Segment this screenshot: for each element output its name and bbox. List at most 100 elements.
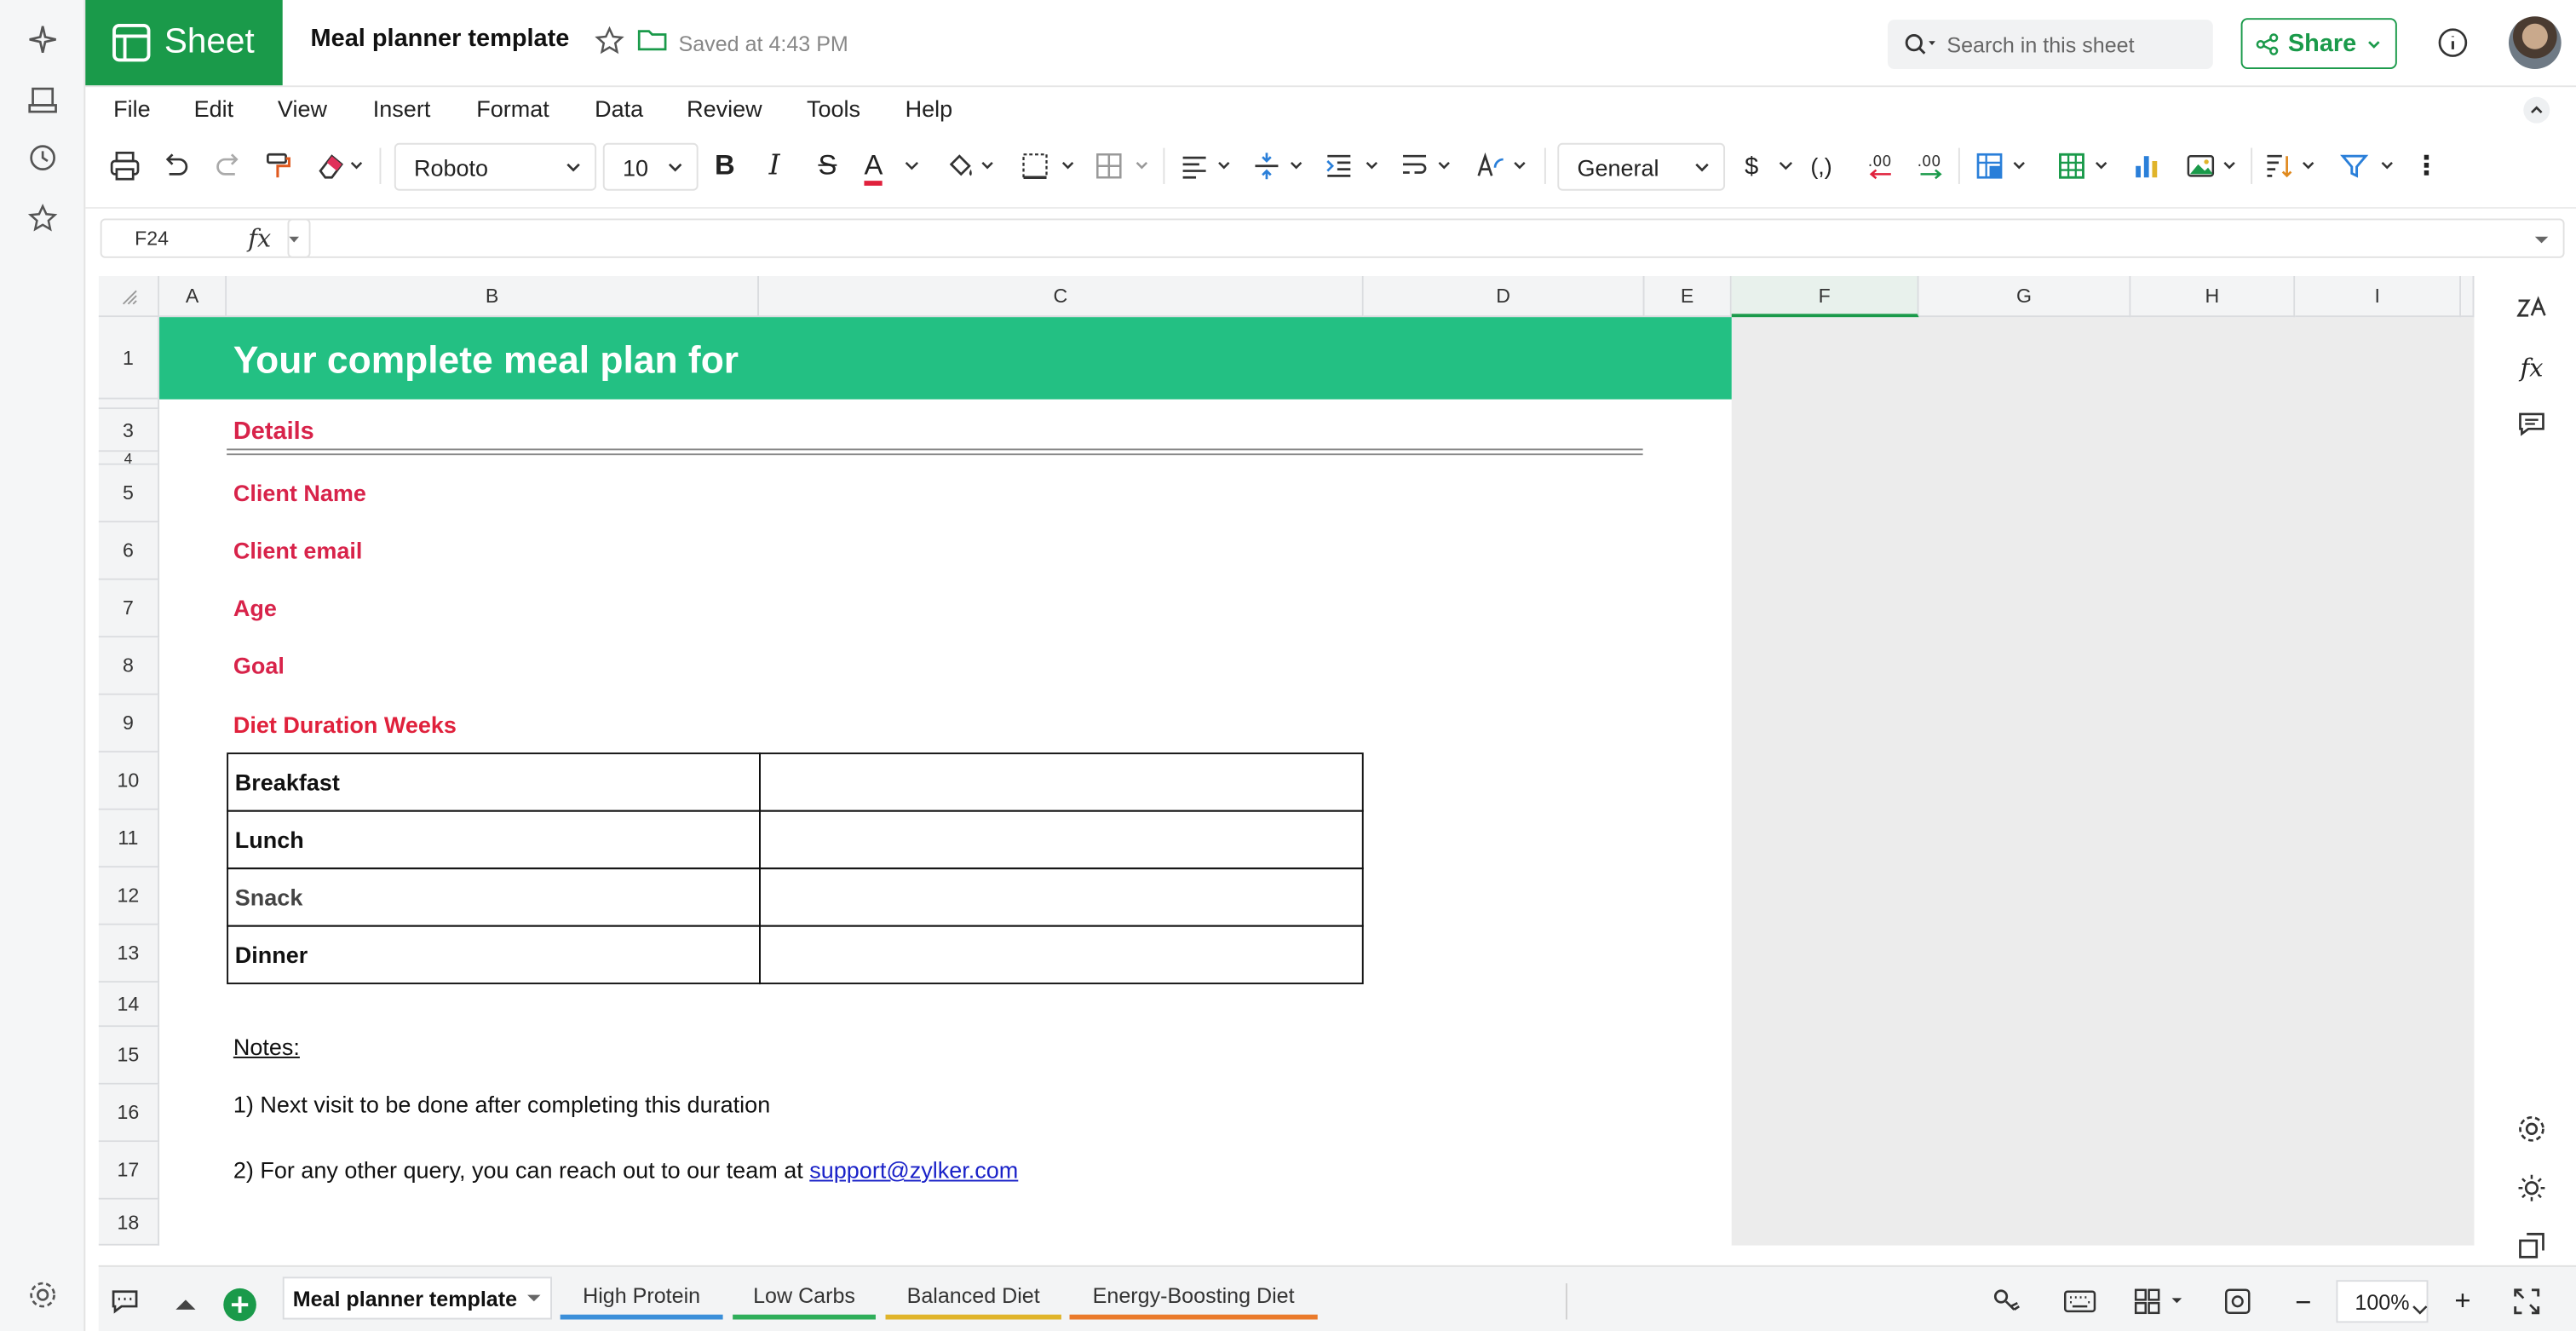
table-icon[interactable] [2057,149,2113,182]
decrease-decimal-icon[interactable]: .00 [1865,149,1898,182]
paint-format-icon[interactable] [263,149,293,182]
currency-icon[interactable]: $ [1745,149,1758,182]
row-header-16[interactable]: 16 [98,1084,160,1143]
automation-icon[interactable] [2516,1113,2549,1146]
folder-icon[interactable] [637,26,667,60]
app-brand[interactable]: Sheet [85,0,283,86]
conditional-format-icon[interactable] [1975,149,2031,182]
menu-file[interactable]: File [113,95,151,122]
filter-icon[interactable] [2339,149,2395,182]
chevron-down-icon[interactable] [904,149,920,182]
comments-icon[interactable] [2516,407,2549,441]
clear-format-icon[interactable] [315,149,365,182]
row-header-7[interactable]: 7 [98,579,160,638]
cell-reference-box[interactable]: F24 [100,218,311,258]
expand-formula-icon[interactable] [2533,233,2550,246]
meal-value-breakfast[interactable] [759,752,1364,812]
info-icon[interactable] [2436,26,2470,67]
image-icon[interactable] [2185,149,2241,182]
row-header-3[interactable]: 3 [98,409,160,452]
redo-icon[interactable] [214,149,244,182]
sheet-tab-meal-planner[interactable]: Meal planner template [282,1276,553,1320]
row-header-12[interactable]: 12 [98,867,160,925]
column-header-b[interactable]: B [227,275,760,318]
share-button[interactable]: Share [2240,18,2397,69]
meal-value-snack[interactable] [759,867,1364,927]
menu-review[interactable]: Review [687,95,762,122]
menu-help[interactable]: Help [906,95,953,122]
number-format-select[interactable]: General [1557,142,1726,191]
select-all-corner[interactable] [98,275,160,318]
text-rotation-icon[interactable] [1475,149,1532,182]
zoom-out-icon[interactable]: − [2295,1287,2311,1320]
row-header-14[interactable]: 14 [98,982,160,1028]
fit-to-screen-icon[interactable] [2222,1287,2252,1324]
fill-color-icon[interactable] [946,149,996,182]
text-color-icon[interactable]: A [864,149,883,186]
chart-icon[interactable] [2132,149,2162,182]
zoom-in-icon[interactable]: + [2454,1285,2470,1318]
comma-style-icon[interactable]: (,) [1810,149,1831,182]
bold-icon[interactable]: B [715,149,735,182]
increase-decimal-icon[interactable]: .00 [1914,149,1947,182]
row-header-2[interactable] [98,399,160,410]
spreadsheet-grid[interactable]: A B C D E F G H I 1 3 4 5 6 7 8 9 10 11 … [98,275,2475,1246]
link-icon[interactable] [1991,1287,2024,1324]
strikethrough-icon[interactable]: S [818,149,837,182]
user-avatar[interactable] [2508,16,2562,69]
theme-icon[interactable] [2516,1172,2549,1205]
formula-input[interactable] [287,218,2565,258]
fullscreen-icon[interactable] [2514,1288,2540,1322]
row-header-11[interactable]: 11 [98,810,160,868]
star-icon[interactable] [595,26,624,64]
collapse-toolbar-button[interactable] [2523,96,2550,124]
font-family-select[interactable]: Roboto [394,142,597,191]
sheet-tab-balanced-diet[interactable]: Balanced Diet [885,1276,1061,1320]
keyboard-icon[interactable] [2063,1288,2096,1322]
menu-edit[interactable]: Edit [194,95,234,122]
column-header-g[interactable]: G [1918,275,2131,318]
column-header-d[interactable]: D [1363,275,1645,318]
menu-tools[interactable]: Tools [807,95,860,122]
menu-format[interactable]: Format [476,95,549,122]
sheet-tab-low-carbs[interactable]: Low Carbs [733,1276,876,1320]
sparkle-icon[interactable] [23,20,62,59]
column-header-c[interactable]: C [759,275,1364,318]
italic-icon[interactable]: I [769,149,780,182]
sheet-tab-energy-boosting[interactable]: Energy-Boosting Diet [1069,1276,1318,1320]
functions-icon[interactable]: fx [2516,352,2549,385]
column-header-e[interactable]: E [1644,275,1732,318]
favorite-star-icon[interactable] [23,199,62,238]
document-title[interactable]: Meal planner template [311,25,570,53]
menu-data[interactable]: Data [595,95,643,122]
column-header-f[interactable]: F [1731,275,1919,318]
row-header-15[interactable]: 15 [98,1027,160,1085]
row-header-6[interactable]: 6 [98,522,160,580]
add-sheet-button[interactable] [223,1288,256,1322]
settings-gear-icon[interactable] [23,1275,62,1314]
horizontal-align-icon[interactable] [1180,149,1236,182]
vertical-align-icon[interactable] [1252,149,1308,182]
chat-icon[interactable] [110,1287,140,1324]
sheet-list-up-icon[interactable] [174,1292,197,1322]
text-wrap-icon[interactable] [1400,149,1456,182]
column-header-i[interactable]: I [2295,275,2462,318]
row-header-9[interactable]: 9 [98,694,160,753]
row-header-13[interactable]: 13 [98,925,160,983]
column-header-j[interactable] [2461,275,2475,318]
merge-cells-icon[interactable] [1094,149,1150,182]
function-icon[interactable]: fx [248,223,271,253]
templates-icon[interactable] [23,80,62,119]
column-header-a[interactable]: A [159,275,227,318]
sort-icon[interactable] [2264,149,2320,182]
meal-value-dinner[interactable] [759,925,1364,985]
side-panel-icon[interactable] [2516,1229,2549,1262]
row-header-10[interactable]: 10 [98,752,160,810]
row-header-18[interactable]: 18 [98,1199,160,1246]
menu-insert[interactable]: Insert [373,95,431,122]
row-header-5[interactable]: 5 [98,464,160,523]
sheet-tab-high-protein[interactable]: High Protein [560,1276,723,1320]
row-header-4[interactable]: 4 [98,449,160,466]
print-icon[interactable] [108,149,141,182]
meal-value-lunch[interactable] [759,810,1364,870]
